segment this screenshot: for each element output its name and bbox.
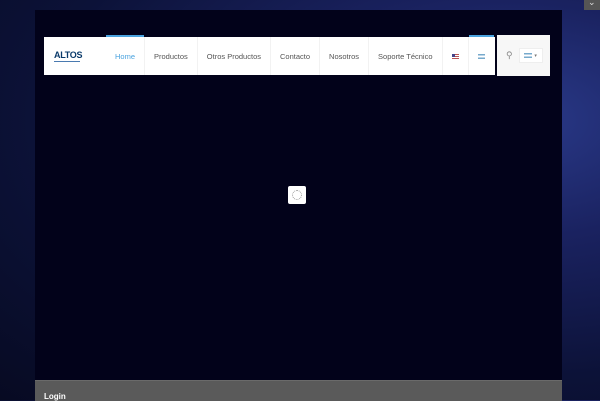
main-navigation: ALTOS Home Productos Otros Productos Con… [44,35,495,75]
language-selector[interactable]: ▾ [518,48,543,63]
language-es[interactable] [468,35,494,75]
site-logo[interactable]: ALTOS [54,50,106,62]
chevron-down-icon: ▾ [534,52,537,59]
scroll-toggle[interactable]: ⌄ [584,0,600,10]
nav-soporte-tecnico[interactable]: Soporte Técnico [369,37,443,75]
nav-nosotros[interactable]: Nosotros [320,37,370,75]
header-tools: ⚲ ▾ [497,35,550,76]
logo-text: ALTOS [54,50,83,60]
loading-spinner-icon [288,186,306,204]
nav-contacto[interactable]: Contacto [271,37,321,75]
login-section: Login [35,380,562,401]
language-en[interactable] [443,37,469,75]
search-icon[interactable]: ⚲ [506,50,513,61]
nav-productos[interactable]: Productos [145,37,198,75]
nav-home[interactable]: Home [106,35,146,75]
argentina-flag-icon [477,53,485,59]
us-flag-icon [451,53,459,59]
nav-otros-productos[interactable]: Otros Productos [198,37,271,75]
chevron-down-icon: ⌄ [588,0,596,7]
argentina-flag-icon [524,53,533,58]
